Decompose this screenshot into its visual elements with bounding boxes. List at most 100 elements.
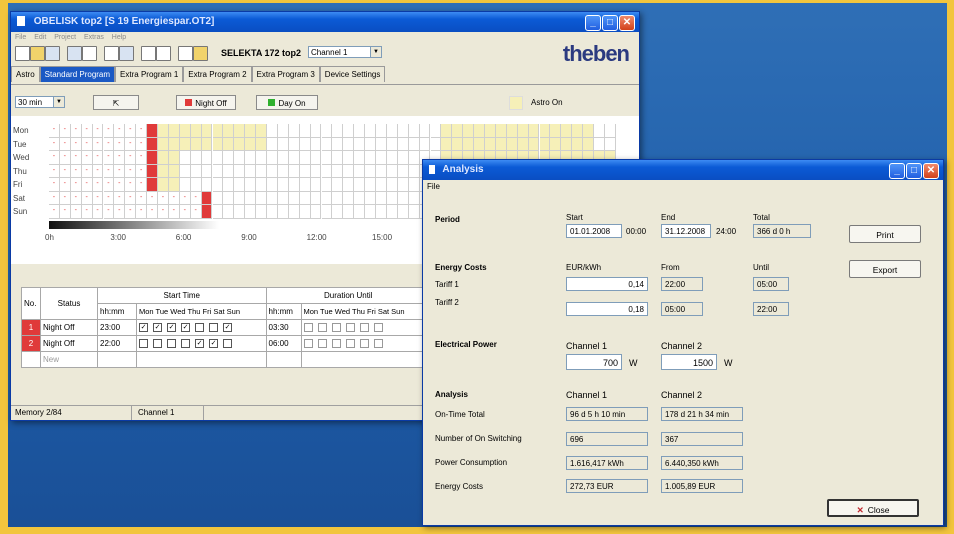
grid-cell[interactable] <box>365 205 376 219</box>
grid-cell[interactable] <box>594 124 605 138</box>
grid-cell[interactable] <box>256 124 267 138</box>
grid-cell[interactable] <box>212 205 224 219</box>
grid-cell[interactable] <box>212 178 224 192</box>
grid-cell[interactable] <box>343 205 355 219</box>
grid-cell[interactable] <box>572 137 584 151</box>
grid-cell[interactable] <box>386 191 398 205</box>
day-on-button[interactable]: Day On <box>256 95 318 110</box>
grid-cell[interactable]: - <box>59 205 71 219</box>
grid-cell[interactable] <box>288 151 300 165</box>
grid-cell[interactable] <box>158 137 169 151</box>
grid-cell[interactable] <box>288 124 300 138</box>
grid-cell[interactable]: - <box>147 205 158 219</box>
grid-cell[interactable] <box>397 137 409 151</box>
grid-cell[interactable]: - <box>103 164 115 178</box>
duration-day-checkbox[interactable] <box>373 339 383 349</box>
resolution-select[interactable]: 30 min ▼ <box>15 96 65 108</box>
grid-cell[interactable]: - <box>59 124 71 138</box>
grid-cell[interactable] <box>485 137 496 151</box>
analysis-icon[interactable] <box>178 46 193 61</box>
grid-cell[interactable] <box>256 178 267 192</box>
grid-cell[interactable] <box>277 137 289 151</box>
grid-cell[interactable] <box>408 164 420 178</box>
tab-extra-program-3[interactable]: Extra Program 3 <box>251 66 320 82</box>
menu-file[interactable]: File <box>427 182 440 191</box>
start-date-field[interactable]: 01.01.2008 <box>566 224 622 238</box>
grid-cell[interactable]: - <box>49 191 60 205</box>
tariff1-from-field[interactable]: 22:00 <box>661 277 703 291</box>
grid-cell[interactable] <box>354 164 366 178</box>
grid-cell[interactable] <box>386 151 398 165</box>
grid-cell[interactable]: - <box>158 205 169 219</box>
grid-cell[interactable] <box>245 164 257 178</box>
day-checkbox[interactable]: ✓ <box>195 339 204 349</box>
grid-cell[interactable] <box>267 205 278 219</box>
grid-cell[interactable]: - <box>103 205 115 219</box>
grid-cell[interactable] <box>267 137 278 151</box>
duration-day-checkbox[interactable] <box>331 339 341 349</box>
row-status[interactable]: Night Off <box>40 335 98 352</box>
grid-cell[interactable]: - <box>147 191 158 205</box>
day-checkbox[interactable]: ✓ <box>167 323 176 333</box>
grid-cell[interactable] <box>299 124 311 138</box>
sort-asc-icon[interactable] <box>141 46 156 61</box>
grid-cell[interactable] <box>256 164 267 178</box>
grid-cell[interactable] <box>376 164 387 178</box>
grid-cell[interactable]: - <box>125 178 137 192</box>
grid-cell[interactable] <box>158 151 169 165</box>
grid-cell[interactable] <box>332 151 344 165</box>
grid-cell[interactable]: - <box>92 178 104 192</box>
duration-day-checkbox[interactable] <box>373 323 383 333</box>
grid-cell[interactable]: - <box>103 178 115 192</box>
close-icon[interactable]: ✕ <box>923 163 939 179</box>
grid-cell[interactable] <box>408 124 420 138</box>
grid-cell[interactable] <box>452 124 464 138</box>
grid-cell[interactable] <box>277 191 289 205</box>
grid-cell[interactable] <box>321 164 333 178</box>
grid-cell[interactable] <box>234 205 246 219</box>
grid-cell[interactable] <box>201 124 213 138</box>
grid-cell[interactable] <box>397 151 409 165</box>
grid-cell[interactable] <box>376 191 387 205</box>
grid-cell[interactable] <box>386 164 398 178</box>
grid-cell[interactable] <box>223 151 235 165</box>
tariff2-until-field[interactable]: 22:00 <box>753 302 789 316</box>
grid-cell[interactable] <box>376 151 387 165</box>
grid-cell[interactable]: - <box>70 124 82 138</box>
grid-cell[interactable] <box>223 124 235 138</box>
grid-cell[interactable]: - <box>168 191 180 205</box>
grid-cell[interactable] <box>332 205 344 219</box>
grid-cell[interactable]: - <box>136 124 148 138</box>
grid-cell[interactable] <box>234 151 246 165</box>
grid-cell[interactable] <box>506 124 518 138</box>
grid-cell[interactable] <box>485 124 496 138</box>
duration-day-checkbox[interactable] <box>303 339 313 349</box>
grid-cell[interactable]: - <box>114 124 126 138</box>
grid-cell[interactable]: - <box>103 137 115 151</box>
grid-cell[interactable]: - <box>92 151 104 165</box>
grid-cell[interactable]: - <box>59 178 71 192</box>
grid-cell[interactable] <box>376 124 387 138</box>
grid-cell[interactable] <box>463 124 475 138</box>
grid-cell[interactable] <box>256 137 267 151</box>
grid-cell[interactable] <box>365 137 376 151</box>
end-date-field[interactable]: 31.12.2008 <box>661 224 711 238</box>
row-duration[interactable]: 03:30 <box>265 319 302 336</box>
grid-cell[interactable] <box>332 191 344 205</box>
grid-cell[interactable]: - <box>49 164 60 178</box>
grid-cell[interactable] <box>550 124 562 138</box>
grid-cell[interactable]: - <box>59 191 71 205</box>
grid-cell[interactable] <box>408 205 420 219</box>
grid-cell[interactable] <box>430 137 442 151</box>
open-folder-icon[interactable] <box>30 46 45 61</box>
grid-cell[interactable] <box>343 124 355 138</box>
table-row-new[interactable]: New <box>21 351 431 368</box>
menu-extras[interactable]: Extras <box>84 34 104 41</box>
grid-cell[interactable]: - <box>125 124 137 138</box>
grid-cell[interactable]: - <box>70 151 82 165</box>
grid-cell[interactable]: - <box>190 191 202 205</box>
grid-cell[interactable] <box>419 124 431 138</box>
grid-cell[interactable] <box>332 164 344 178</box>
grid-cell[interactable] <box>201 205 213 219</box>
grid-cell[interactable] <box>321 124 333 138</box>
